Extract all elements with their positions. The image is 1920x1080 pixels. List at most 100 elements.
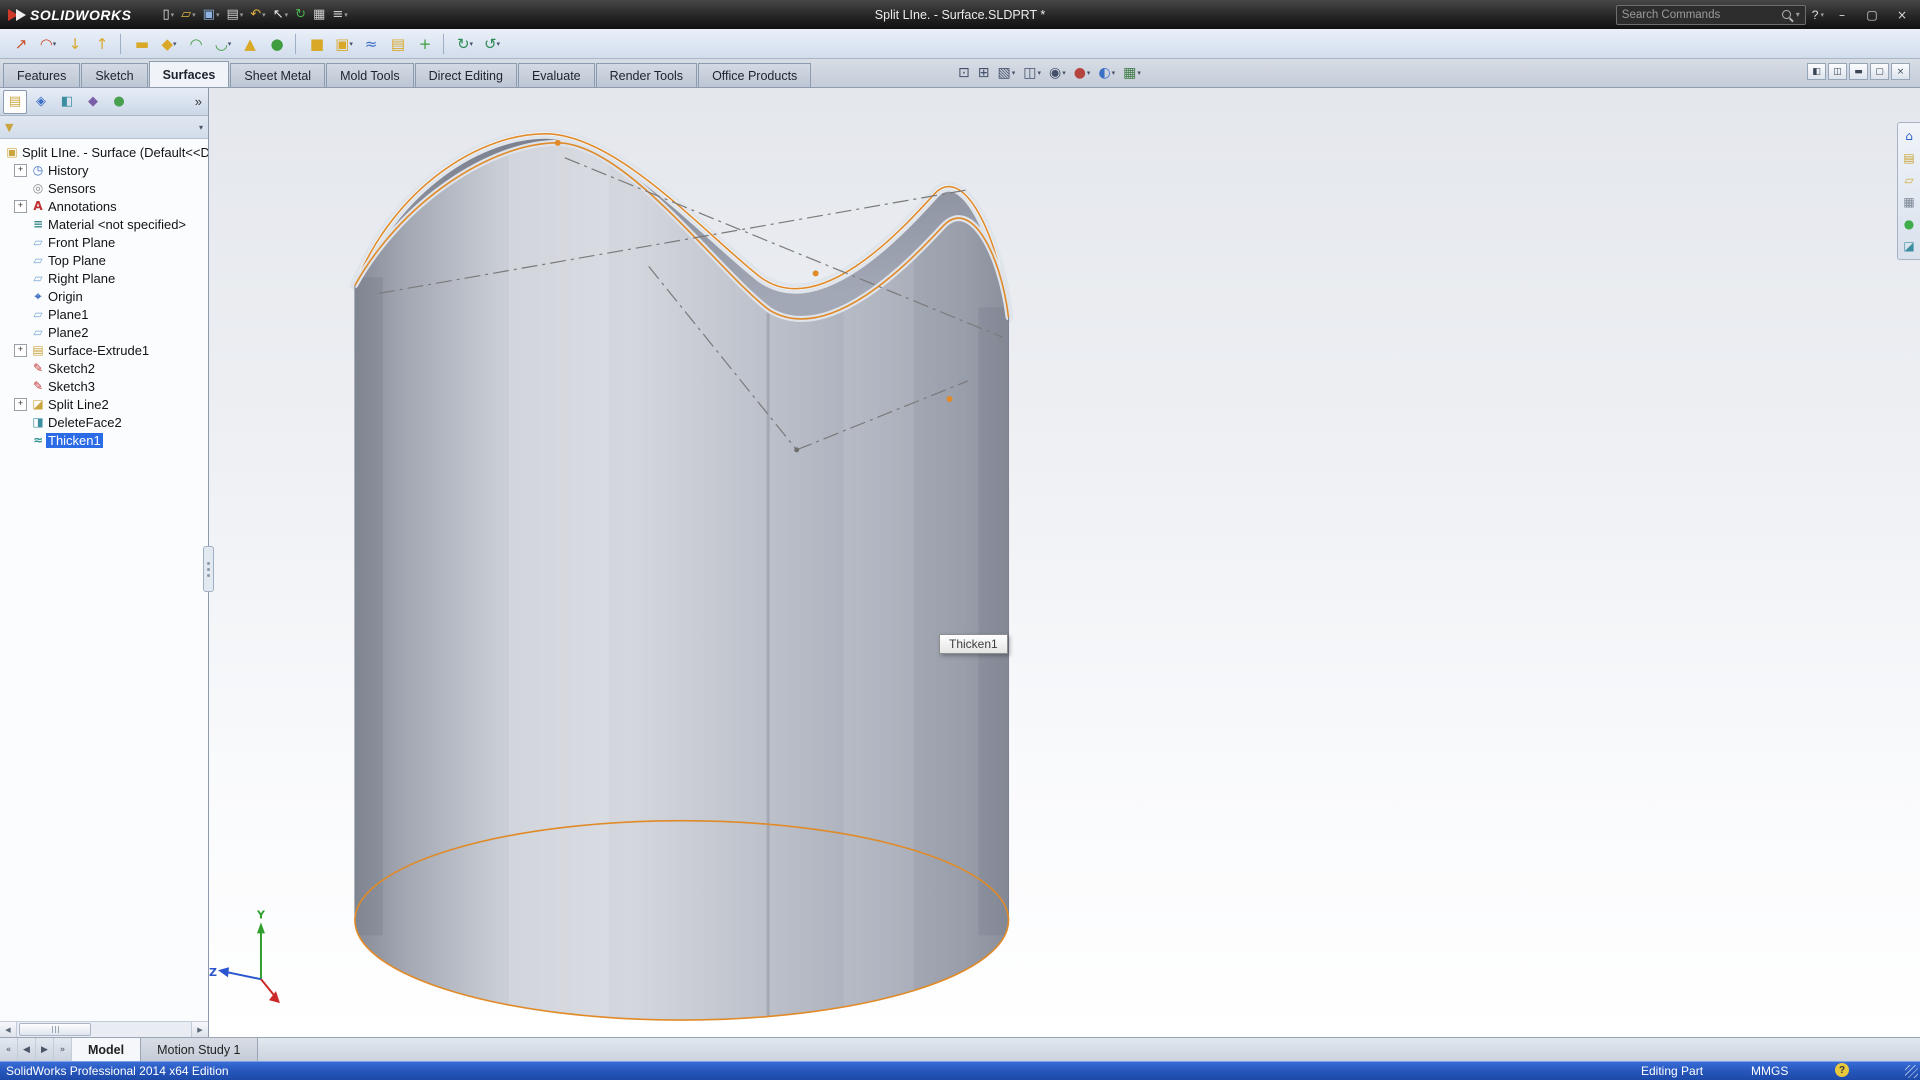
toolbar-button[interactable]: ◆▾	[156, 31, 182, 57]
dropdown-arrow-icon[interactable]: ▾	[1087, 69, 1091, 77]
search-commands-box[interactable]: Search Commands ▾	[1616, 5, 1806, 25]
dropdown-arrow-icon[interactable]: ▾	[470, 40, 474, 48]
tree-item[interactable]: ✎ Sketch3	[0, 377, 208, 395]
featuremanager-tab-button[interactable]: ◆	[81, 90, 105, 114]
dropdown-arrow-icon[interactable]: ▾	[171, 11, 175, 19]
commandmanager-tab[interactable]: Surfaces	[149, 61, 230, 87]
view-toolbar-button[interactable]: ◐▾	[1095, 62, 1118, 84]
toolbar-button[interactable]: ▣▾	[331, 31, 357, 57]
toolbar-button[interactable]	[120, 33, 124, 55]
featuremanager-tab-button[interactable]: ◈	[29, 90, 53, 114]
tree-item[interactable]: ▱ Right Plane	[0, 269, 208, 287]
edge-vertex-point[interactable]	[555, 140, 561, 146]
task-pane-button[interactable]: ▦	[1900, 193, 1918, 211]
tree-horizontal-scrollbar[interactable]: ◀ ▶	[0, 1021, 208, 1037]
toolbar-button[interactable]: ≈	[358, 31, 384, 57]
tree-item[interactable]: + ◷ History	[0, 161, 208, 179]
tab-scroll-right-icon[interactable]: ▶	[36, 1038, 54, 1061]
dropdown-arrow-icon[interactable]: ▾	[216, 11, 220, 19]
solidworks-logo[interactable]: SOLIDWORKS	[8, 7, 131, 23]
dropdown-arrow-icon[interactable]: ▾	[497, 40, 501, 48]
quick-toolbar-button[interactable]: ▦	[310, 4, 328, 25]
toolbar-button[interactable]: ▤	[385, 31, 411, 57]
scrollbar-thumb[interactable]	[19, 1023, 91, 1036]
dropdown-arrow-icon[interactable]: ▾	[173, 40, 177, 48]
minimize-button[interactable]: –	[1830, 6, 1854, 24]
task-pane-button[interactable]: ▱	[1900, 171, 1918, 189]
edge-vertex-point[interactable]	[947, 396, 953, 402]
scroll-right-icon[interactable]: ▶	[191, 1022, 208, 1037]
quick-tips-icon[interactable]: ?	[1835, 1063, 1849, 1077]
featuremanager-tab-button[interactable]: ◧	[55, 90, 79, 114]
search-icon[interactable]	[1782, 10, 1791, 19]
dropdown-arrow-icon[interactable]: ▾	[262, 11, 266, 19]
dropdown-arrow-icon[interactable]: ▾	[1037, 69, 1041, 77]
tab-scroll-last-icon[interactable]: »	[54, 1038, 72, 1061]
tree-item[interactable]: + ▤ Surface-Extrude1	[0, 341, 208, 359]
tree-expand-toggle[interactable]: +	[14, 200, 27, 213]
scroll-left-icon[interactable]: ◀	[0, 1022, 17, 1037]
quick-toolbar-button[interactable]: ↶▾	[247, 4, 268, 25]
commandmanager-tab[interactable]: Sheet Metal	[230, 63, 325, 87]
orientation-triad[interactable]: Y Z	[209, 908, 280, 1003]
toolbar-button[interactable]: ●	[264, 31, 290, 57]
tree-item[interactable]: ≈ Thicken1	[0, 431, 208, 449]
view-toolbar-button[interactable]: ▧▾	[994, 62, 1018, 84]
search-dropdown-icon[interactable]: ▾	[1796, 10, 1800, 19]
dropdown-arrow-icon[interactable]: ▾	[1062, 69, 1066, 77]
toolbar-button[interactable]: +	[412, 31, 438, 57]
tree-item[interactable]: ▱ Top Plane	[0, 251, 208, 269]
dropdown-arrow-icon[interactable]: ▾	[1137, 69, 1141, 77]
filter-icon[interactable]: ▼	[5, 121, 13, 134]
dropdown-arrow-icon[interactable]: ▾	[192, 11, 196, 19]
commandmanager-tab[interactable]: Sketch	[81, 63, 147, 87]
help-button[interactable]: ?▾	[1812, 8, 1824, 22]
view-toolbar-button[interactable]: ●▾	[1071, 62, 1094, 84]
tree-item[interactable]: ▣ Split LIne. - Surface (Default<<De	[0, 143, 208, 161]
edge-vertex-point[interactable]	[813, 270, 819, 276]
toolbar-button[interactable]: ▬	[129, 31, 155, 57]
tree-item[interactable]: ▱ Front Plane	[0, 233, 208, 251]
dropdown-arrow-icon[interactable]: ▾	[228, 40, 232, 48]
view-toolbar-button[interactable]: ⊡	[955, 62, 973, 84]
dropdown-arrow-icon[interactable]: ▾	[240, 11, 244, 19]
tree-item[interactable]: ⌖ Origin	[0, 287, 208, 305]
quick-toolbar-button[interactable]: ▣▾	[200, 4, 223, 25]
document-window-button[interactable]: ▢	[1870, 63, 1889, 80]
view-toolbar-button[interactable]: ▦▾	[1120, 62, 1144, 84]
view-toolbar-button[interactable]: ◫▾	[1020, 62, 1044, 84]
quick-toolbar-button[interactable]: ▤▾	[223, 4, 246, 25]
task-pane-button[interactable]: ▤	[1900, 149, 1918, 167]
workspace-tab[interactable]: Motion Study 1	[141, 1038, 257, 1061]
toolbar-button[interactable]: ↓	[62, 31, 88, 57]
tree-expand-toggle[interactable]: +	[14, 398, 27, 411]
dropdown-arrow-icon[interactable]: ▾	[285, 11, 289, 19]
dropdown-arrow-icon[interactable]: ▾	[344, 11, 348, 19]
resize-grip-icon[interactable]	[1905, 1065, 1918, 1078]
dropdown-arrow-icon[interactable]: ▾	[1012, 69, 1016, 77]
quick-toolbar-button[interactable]: ↻	[292, 4, 309, 25]
tree-item[interactable]: ◨ DeleteFace2	[0, 413, 208, 431]
commandmanager-tab[interactable]: Mold Tools	[326, 63, 414, 87]
tree-item[interactable]: ◎ Sensors	[0, 179, 208, 197]
task-pane-button[interactable]: ⌂	[1900, 127, 1918, 145]
toolbar-button[interactable]: ▲	[237, 31, 263, 57]
featuremanager-tab-button[interactable]: ●	[107, 90, 131, 114]
toolbar-button[interactable]: ◠▾	[35, 31, 61, 57]
toolbar-button[interactable]	[295, 33, 299, 55]
tree-expand-toggle[interactable]: +	[14, 344, 27, 357]
task-pane-button[interactable]: ●	[1900, 215, 1918, 233]
tab-scroll-left-icon[interactable]: ◀	[18, 1038, 36, 1061]
commandmanager-tab[interactable]: Office Products	[698, 63, 811, 87]
toolbar-button[interactable]: ↻▾	[452, 31, 478, 57]
dropdown-arrow-icon[interactable]: ▾	[53, 40, 57, 48]
panel-splitter-handle[interactable]	[203, 546, 214, 592]
view-toolbar-button[interactable]: ⊞	[975, 62, 993, 84]
document-window-button[interactable]: ▬	[1849, 63, 1868, 80]
commandmanager-tab[interactable]: Evaluate	[518, 63, 595, 87]
tree-item[interactable]: ▱ Plane2	[0, 323, 208, 341]
toolbar-button[interactable]	[443, 33, 447, 55]
dropdown-arrow-icon[interactable]: ▾	[349, 40, 353, 48]
model-3d-view[interactable]: Y Z	[209, 88, 1920, 1037]
quick-toolbar-button[interactable]: ▯▾	[159, 4, 177, 25]
